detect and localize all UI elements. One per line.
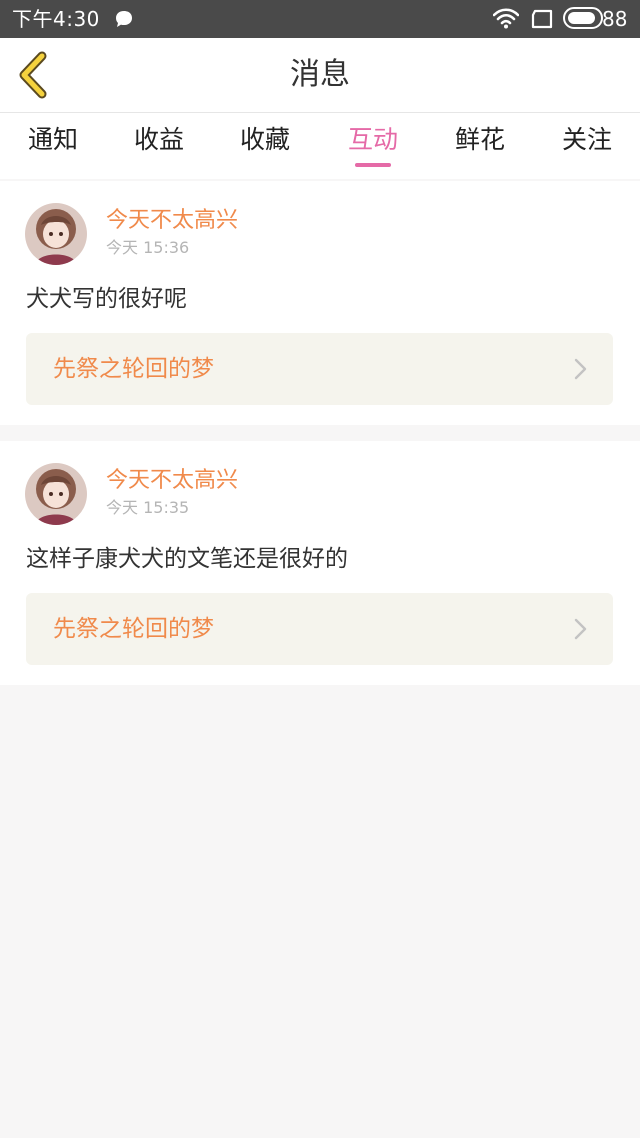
- wifi-icon: [493, 8, 519, 29]
- tab-interaction[interactable]: 互动: [320, 123, 426, 157]
- message-day: 今天: [106, 238, 139, 257]
- referenced-work-title: 先祭之轮回的梦: [53, 356, 214, 382]
- battery-level: 88: [602, 7, 628, 31]
- page-title: 消息: [290, 57, 350, 92]
- tab-notifications[interactable]: 通知: [0, 123, 106, 157]
- referenced-work-link[interactable]: 先祭之轮回的梦: [26, 333, 613, 405]
- message-time: 今天 15:36: [106, 237, 189, 259]
- header-bar: 消息: [0, 38, 640, 113]
- status-time: 下午4:30: [12, 7, 100, 31]
- message-clock: 15:36: [143, 238, 190, 257]
- active-tab-indicator: [355, 163, 391, 167]
- message-clock: 15:35: [143, 498, 190, 517]
- tab-favorites[interactable]: 收藏: [212, 123, 318, 157]
- referenced-work-link[interactable]: 先祭之轮回的梦: [26, 593, 613, 665]
- tab-bar: 通知 收益 收藏 互动 鲜花 关注: [0, 113, 640, 179]
- message-card: 今天不太高兴 今天 15:36 犬犬写的很好呢 先祭之轮回的梦: [0, 181, 640, 425]
- message-time: 今天 15:35: [106, 497, 189, 519]
- user-avatar[interactable]: [25, 463, 87, 525]
- chevron-right-icon: [574, 358, 587, 380]
- status-bar: 下午4:30 88: [0, 0, 640, 38]
- chat-bubble-icon: [116, 11, 132, 27]
- screen-rotate-icon: [531, 9, 553, 29]
- message-card: 今天不太高兴 今天 15:35 这样子康犬犬的文笔还是很好的 先祭之轮回的梦: [0, 441, 640, 685]
- tab-earnings[interactable]: 收益: [106, 123, 212, 157]
- message-content: 这样子康犬犬的文笔还是很好的: [26, 546, 348, 572]
- message-content: 犬犬写的很好呢: [26, 286, 187, 312]
- tab-flowers[interactable]: 鲜花: [427, 123, 533, 157]
- tab-following[interactable]: 关注: [534, 123, 640, 157]
- chevron-right-icon: [574, 618, 587, 640]
- user-avatar[interactable]: [25, 203, 87, 265]
- user-name[interactable]: 今天不太高兴: [106, 207, 238, 235]
- referenced-work-title: 先祭之轮回的梦: [53, 616, 214, 642]
- user-name[interactable]: 今天不太高兴: [106, 467, 238, 495]
- message-day: 今天: [106, 498, 139, 517]
- battery-icon: [563, 7, 603, 29]
